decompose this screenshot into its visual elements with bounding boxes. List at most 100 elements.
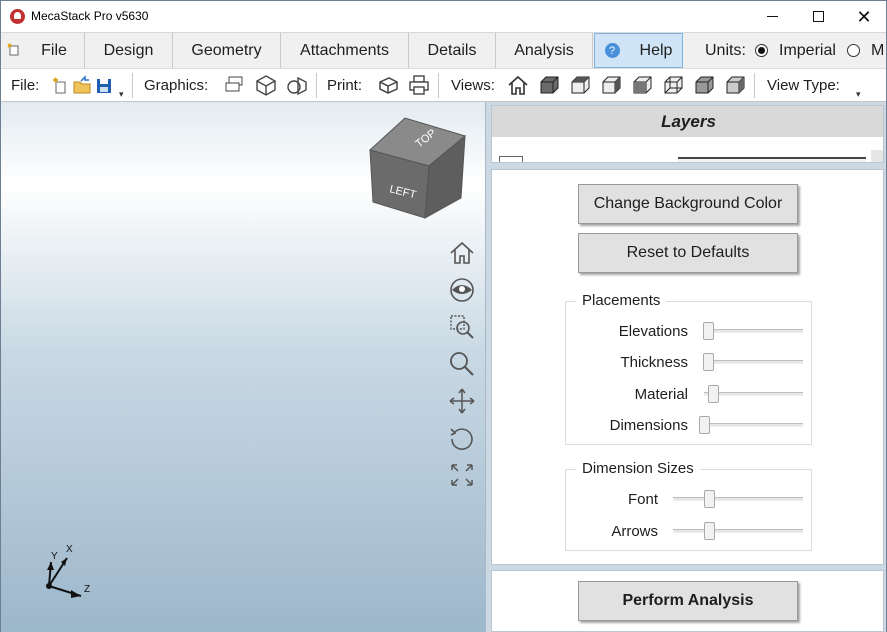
tab-analysis-label: Analysis	[514, 41, 574, 59]
tab-design[interactable]: Design	[85, 33, 173, 68]
view-type-dropdown-icon[interactable]: ▾	[856, 89, 861, 100]
units-metric-label[interactable]: M	[871, 42, 884, 60]
zoom-icon[interactable]	[448, 350, 476, 378]
tab-details[interactable]: Details	[409, 33, 496, 68]
perform-analysis-label: Perform Analysis	[622, 592, 754, 609]
views-toolbar-label: Views:	[451, 77, 495, 94]
view-iso-cube-icon[interactable]	[724, 74, 746, 96]
dimensions-slider-thumb[interactable]	[699, 416, 710, 434]
placements-group: Placements Elevations Thickness Material…	[565, 292, 812, 445]
print-3d-icon[interactable]	[377, 74, 399, 96]
units-imperial-radio[interactable]	[755, 44, 768, 57]
file-toolbar-label: File:	[11, 77, 40, 94]
font-size-slider-track[interactable]	[673, 497, 803, 501]
dimension-sizes-title: Dimension Sizes	[576, 460, 700, 477]
printer-icon[interactable]	[408, 74, 430, 96]
tab-attachments[interactable]: Attachments	[281, 33, 409, 68]
save-icon[interactable]	[95, 74, 113, 96]
maximize-icon	[812, 11, 824, 22]
graphics-shapes-icon[interactable]	[286, 74, 308, 96]
close-button[interactable]: ✕	[841, 1, 887, 32]
toolbar-separator	[132, 73, 133, 98]
view-top-cube-icon[interactable]	[569, 74, 591, 96]
units-imperial-label[interactable]: Imperial	[779, 42, 836, 60]
reset-to-defaults-button[interactable]: Reset to Defaults	[578, 233, 798, 273]
elevations-slider-thumb[interactable]	[703, 322, 714, 340]
minimize-icon	[766, 16, 778, 17]
arrows-size-label: Arrows	[611, 523, 658, 540]
thickness-slider-track[interactable]	[704, 360, 803, 364]
units-metric-radio[interactable]	[847, 44, 860, 57]
tab-help-label: Help	[639, 41, 673, 59]
file-dropdown-icon[interactable]: ▾	[119, 89, 124, 100]
graphics-toolbar-label: Graphics:	[144, 77, 209, 94]
tab-help[interactable]: ? Help	[594, 33, 683, 68]
placements-title: Placements	[576, 292, 667, 309]
graphics-wireframe-icon[interactable]	[255, 74, 277, 96]
view-front-cube-icon[interactable]	[538, 74, 560, 96]
view-right-cube-icon[interactable]	[600, 74, 622, 96]
dimensions-slider-track[interactable]	[700, 423, 803, 427]
view-back-cube-icon[interactable]	[662, 74, 684, 96]
tab-analysis[interactable]: Analysis	[496, 33, 593, 68]
home-icon[interactable]	[448, 239, 476, 267]
layer-row-bar[interactable]	[678, 157, 866, 162]
layers-scrollbar[interactable]	[871, 150, 883, 162]
toolbar-separator	[438, 73, 439, 98]
open-folder-icon[interactable]	[72, 74, 92, 96]
tab-file-label: File	[41, 41, 67, 59]
material-label: Material	[634, 386, 688, 403]
view-left-cube-icon[interactable]	[631, 74, 653, 96]
font-size-slider-thumb[interactable]	[704, 490, 715, 508]
thickness-slider-thumb[interactable]	[703, 353, 714, 371]
elevations-label: Elevations	[618, 323, 688, 340]
eye-icon[interactable]	[448, 276, 476, 304]
tab-file[interactable]: File	[24, 33, 85, 68]
menu-bar: File Design Geometry Attachments Details…	[1, 32, 886, 68]
display-settings-panel: Change Background Color Reset to Default…	[491, 169, 884, 565]
axis-y-label: Y	[51, 551, 58, 562]
material-slider-thumb[interactable]	[708, 385, 719, 403]
title-bar: MecaStack Pro v5630 ✕	[1, 1, 886, 32]
print-toolbar-label: Print:	[327, 77, 363, 94]
reset-to-defaults-label: Reset to Defaults	[626, 244, 750, 261]
rotate-icon[interactable]	[448, 424, 476, 452]
app-logo-icon	[10, 9, 25, 24]
font-size-label: Font	[627, 491, 658, 508]
toolbar-separator	[316, 73, 317, 98]
maximize-button[interactable]	[795, 1, 841, 32]
navigation-cube[interactable]: TOP LEFT	[365, 110, 467, 220]
close-icon: ✕	[856, 6, 872, 27]
axis-triad: X Y Z	[46, 544, 90, 598]
perform-analysis-button[interactable]: Perform Analysis	[578, 581, 798, 621]
toolbar: File: ▾ Graphics: Print: Views: View Typ…	[1, 68, 886, 102]
arrows-size-slider-track[interactable]	[673, 529, 803, 533]
tab-geometry-label: Geometry	[191, 41, 262, 59]
view-bottom-cube-icon[interactable]	[693, 74, 715, 96]
layers-title: Layers	[492, 106, 883, 137]
view-home-icon[interactable]	[507, 74, 529, 96]
fit-all-icon[interactable]	[448, 461, 476, 489]
units-label: Units:	[705, 42, 746, 59]
dimensions-label: Dimensions	[609, 417, 688, 434]
axis-x-label: X	[66, 544, 73, 555]
minimize-button[interactable]	[749, 1, 795, 32]
axis-z-label: Z	[84, 584, 90, 595]
elevations-slider-track[interactable]	[704, 329, 803, 333]
zoom-window-icon[interactable]	[448, 313, 476, 341]
right-panel: Layers Change Background Color Reset to …	[486, 102, 886, 632]
graphics-layers-icon[interactable]	[223, 74, 245, 96]
app-window: MecaStack Pro v5630 ✕ File Design Geomet…	[0, 0, 887, 632]
new-document-icon[interactable]	[7, 43, 20, 56]
dimension-sizes-group: Dimension Sizes Font Arrows	[565, 460, 812, 551]
change-background-color-button[interactable]: Change Background Color	[578, 184, 798, 224]
3d-viewport[interactable]: TOP LEFT X Y Z	[1, 102, 486, 632]
tab-details-label: Details	[427, 41, 477, 59]
layer-checkbox[interactable]	[499, 156, 523, 162]
window-title: MecaStack Pro v5630	[31, 9, 149, 23]
tab-geometry[interactable]: Geometry	[173, 33, 281, 68]
tab-design-label: Design	[103, 41, 154, 59]
pan-icon[interactable]	[448, 387, 476, 415]
new-file-icon[interactable]	[50, 74, 68, 96]
arrows-size-slider-thumb[interactable]	[704, 522, 715, 540]
